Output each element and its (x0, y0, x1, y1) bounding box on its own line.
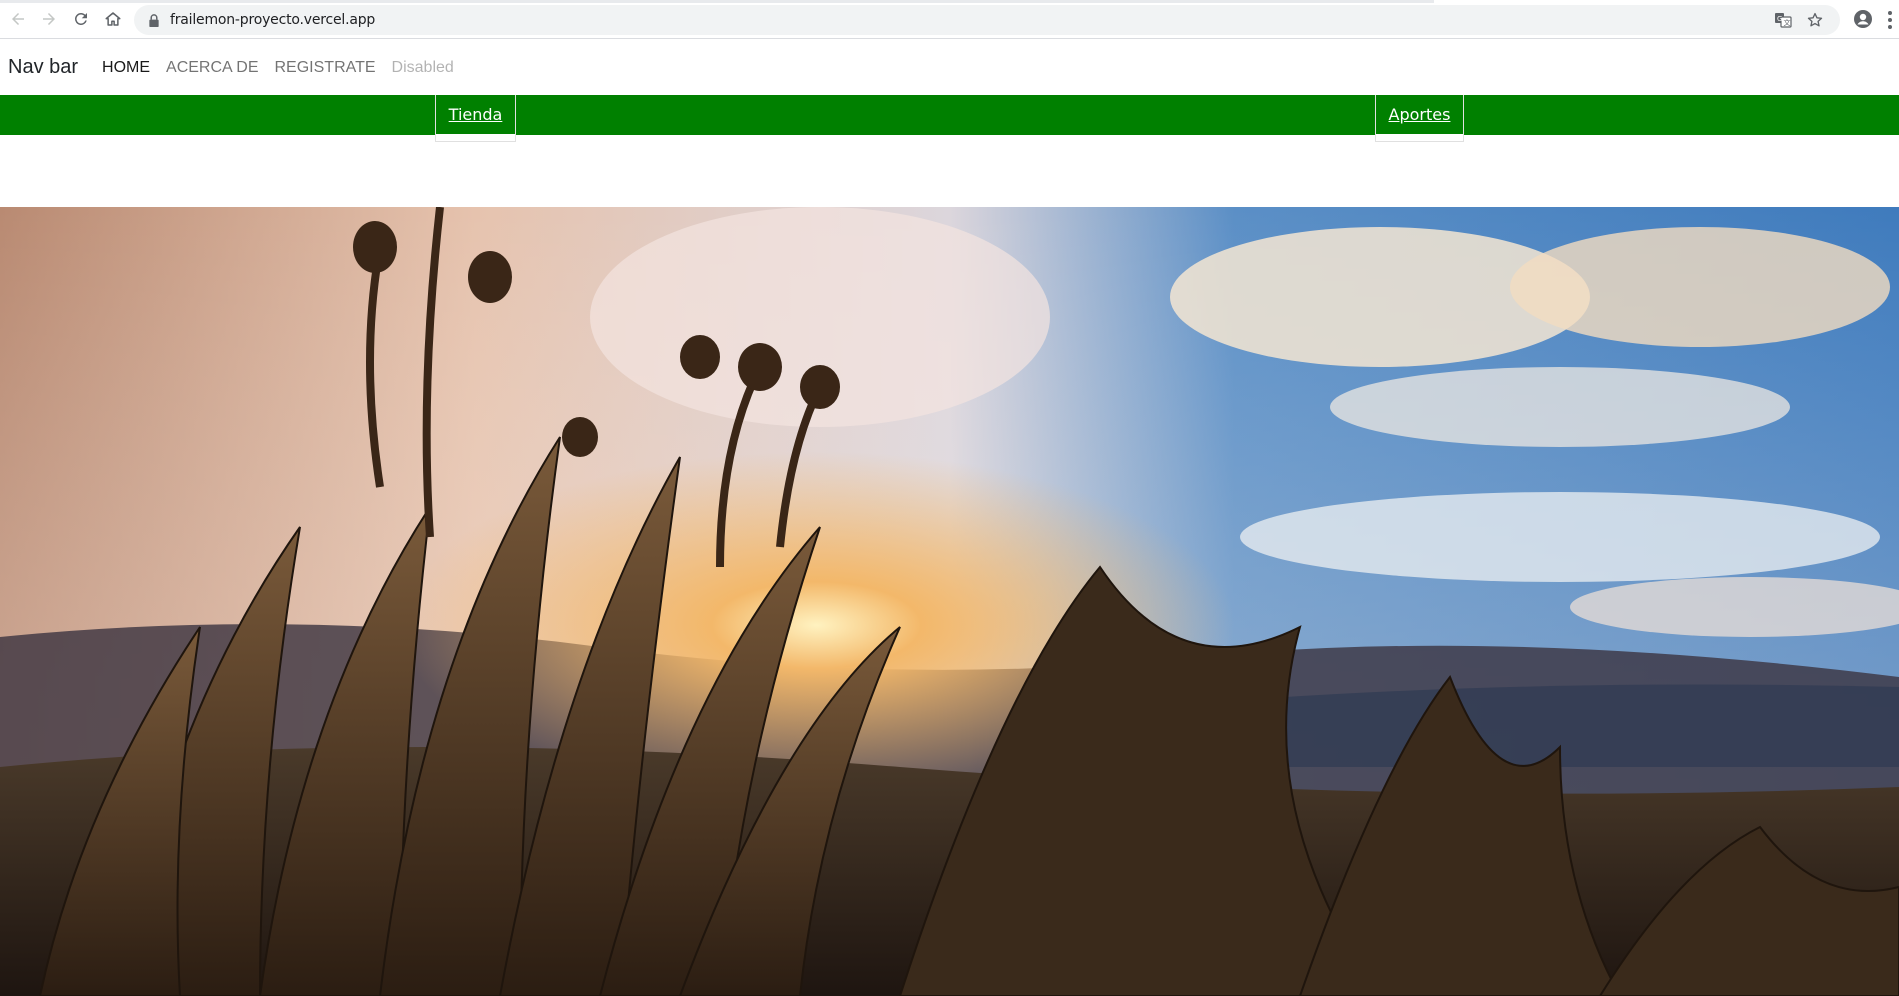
nav-link-registrate[interactable]: REGISTRATE (275, 59, 376, 77)
address-bar[interactable]: frailemon-proyecto.vercel.app G文 (134, 5, 1840, 35)
tienda-link[interactable]: Tienda (449, 105, 503, 141)
svg-text:文: 文 (1784, 18, 1791, 27)
lock-icon[interactable] (148, 14, 160, 27)
green-subnav-bar (0, 95, 1899, 135)
nav-link-disabled: Disabled (391, 58, 454, 76)
nav-link-acerca-de[interactable]: ACERCA DE (166, 59, 258, 77)
star-icon[interactable] (1806, 11, 1824, 29)
kebab-menu-icon[interactable] (1887, 10, 1893, 30)
tab-aportes[interactable]: Aportes (1375, 95, 1464, 142)
tab-tienda[interactable]: Tienda (435, 95, 516, 142)
page-load-progress (0, 0, 1434, 3)
reload-icon[interactable] (69, 7, 93, 31)
aportes-link[interactable]: Aportes (1389, 105, 1451, 141)
browser-toolbar: frailemon-proyecto.vercel.app G文 (0, 0, 1899, 39)
hero-landscape-image (0, 207, 1899, 996)
forward-arrow-icon[interactable] (37, 7, 61, 31)
url-text[interactable]: frailemon-proyecto.vercel.app (170, 12, 375, 28)
profile-icon[interactable] (1853, 9, 1873, 29)
back-arrow-icon[interactable] (6, 7, 30, 31)
svg-text:G: G (1777, 15, 1782, 23)
translate-icon[interactable]: G文 (1774, 11, 1792, 29)
main-navbar: Nav bar HOME ACERCA DE REGISTRATE Disabl… (0, 40, 1899, 95)
navbar-brand[interactable]: Nav bar (8, 56, 78, 79)
home-icon[interactable] (101, 7, 125, 31)
nav-link-home[interactable]: HOME (102, 59, 150, 77)
